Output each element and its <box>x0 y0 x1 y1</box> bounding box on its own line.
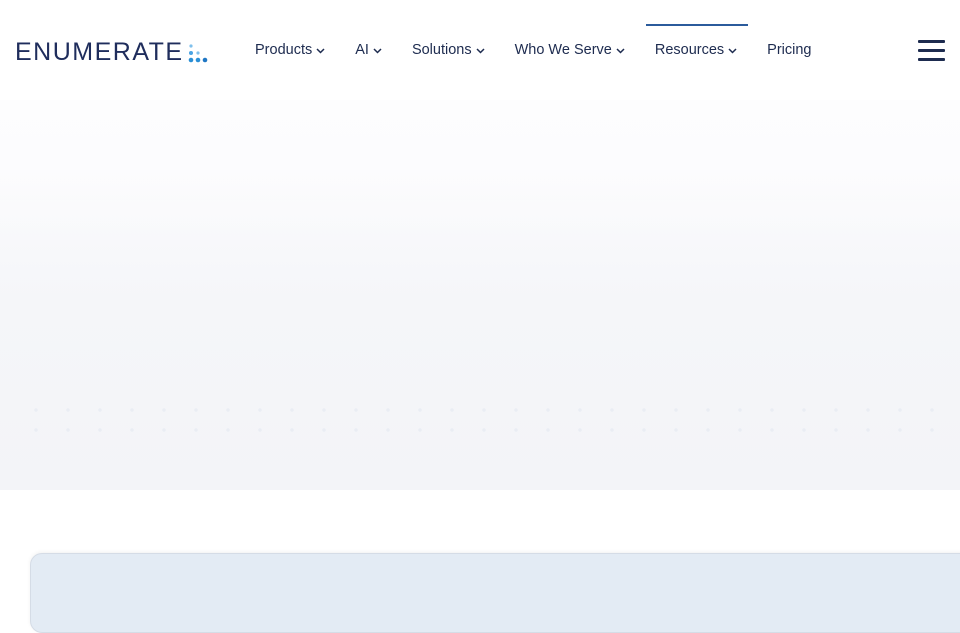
hero-dot-pattern <box>20 400 960 440</box>
nav-item-label: Products <box>255 42 313 58</box>
chevron-down-icon <box>728 47 737 54</box>
menu-bar <box>918 40 945 43</box>
menu-bar <box>918 49 945 52</box>
site-header: ENUMERATE Products AI Solutions Who We S… <box>0 0 960 100</box>
content-card <box>30 553 960 633</box>
nav-item-resources[interactable]: Resources <box>645 24 749 76</box>
chevron-down-icon <box>476 47 485 54</box>
nav-item-pricing[interactable]: Pricing <box>767 24 811 76</box>
hero-background-band <box>0 172 960 490</box>
menu-bar <box>918 58 945 61</box>
nav-item-products[interactable]: Products <box>255 24 325 76</box>
nav-item-solutions[interactable]: Solutions <box>412 24 485 76</box>
nav-item-label: Solutions <box>411 42 472 58</box>
main-nav: Products AI Solutions Who We Serve Resou… <box>255 24 811 76</box>
chevron-down-icon <box>316 47 325 54</box>
nav-item-label: Resources <box>654 42 725 58</box>
chevron-down-icon <box>373 47 382 54</box>
nav-item-ai[interactable]: AI <box>355 24 382 76</box>
nav-item-who-we-serve[interactable]: Who We Serve <box>515 24 625 76</box>
nav-item-label: Pricing <box>767 42 812 58</box>
chevron-down-icon <box>616 47 625 54</box>
logo-wordmark: ENUMERATE <box>15 38 184 66</box>
hero-section <box>0 100 960 490</box>
hamburger-menu-icon[interactable] <box>918 40 945 61</box>
nav-item-label: Who We Serve <box>514 42 612 58</box>
logo-dots-icon <box>188 44 207 63</box>
enumerate-logo[interactable]: ENUMERATE <box>15 39 208 65</box>
nav-item-label: AI <box>355 42 369 58</box>
